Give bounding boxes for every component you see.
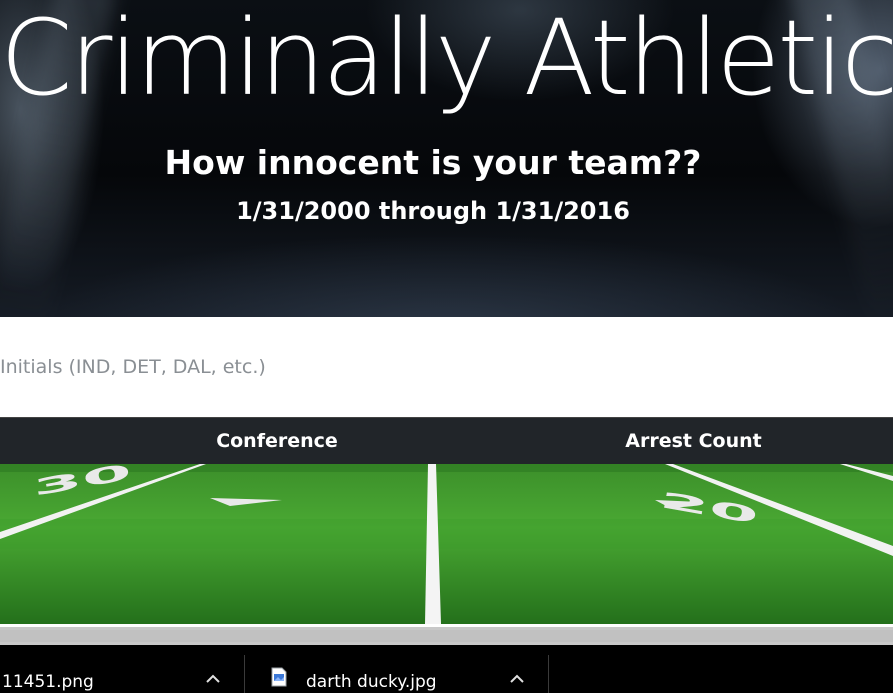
column-header-conference[interactable]: Conference bbox=[60, 418, 494, 465]
site-title: Criminally Athletic bbox=[0, 0, 893, 119]
results-table-header: Conference Arrest Count bbox=[0, 417, 893, 464]
column-header-arrest-count[interactable]: Arrest Count bbox=[494, 418, 893, 465]
football-field-image: 30 20 bbox=[0, 464, 893, 624]
horizontal-scrollbar[interactable] bbox=[0, 627, 893, 645]
download-item[interactable]: 11451.png bbox=[0, 645, 244, 693]
page: Criminally Athletic How innocent is your… bbox=[0, 0, 893, 693]
downloads-bar: 11451.png darth ducky.jpg bbox=[0, 645, 893, 693]
hero-banner: Criminally Athletic How innocent is your… bbox=[0, 0, 893, 317]
download-filename: darth ducky.jpg bbox=[306, 672, 437, 692]
chevron-up-icon[interactable] bbox=[203, 669, 223, 689]
image-file-icon bbox=[271, 667, 287, 687]
scrollbar-thumb[interactable] bbox=[0, 630, 893, 642]
download-item[interactable]: darth ducky.jpg bbox=[245, 645, 548, 693]
team-initials-input[interactable] bbox=[0, 347, 880, 387]
chevron-up-icon[interactable] bbox=[507, 669, 527, 689]
field-markings: 30 20 bbox=[0, 464, 893, 624]
site-subtitle: How innocent is your team?? bbox=[164, 143, 702, 182]
search-area bbox=[0, 317, 893, 417]
download-filename: 11451.png bbox=[2, 672, 94, 692]
download-separator bbox=[548, 655, 549, 693]
date-range: 1/31/2000 through 1/31/2016 bbox=[236, 197, 630, 225]
